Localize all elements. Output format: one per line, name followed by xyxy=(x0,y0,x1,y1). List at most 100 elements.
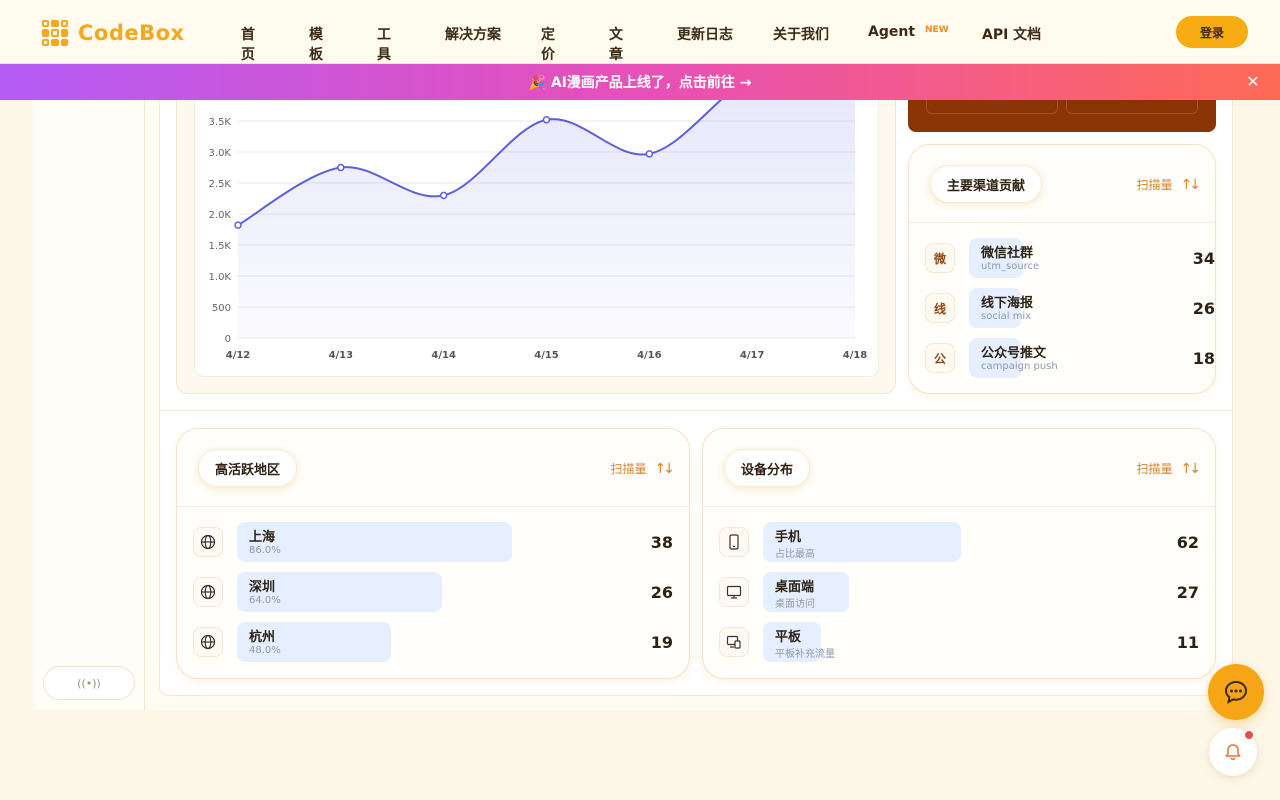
devices-row-sub: 桌面访问 xyxy=(775,599,815,610)
y-tick-label: 2.0K xyxy=(209,210,232,221)
channels-row-value: 18 xyxy=(1192,349,1215,368)
channels-row-icon: 公 xyxy=(925,343,955,373)
channels-row-icon: 线 xyxy=(925,293,955,323)
phone-icon xyxy=(719,527,749,557)
globe-icon xyxy=(193,627,223,657)
regions-sort-label: 扫描量 xyxy=(610,462,647,476)
sort-arrows-icon: ↑↓ xyxy=(1180,176,1202,193)
summary-card-bottom xyxy=(908,100,1216,132)
regions-row-name: 杭州 xyxy=(249,630,276,645)
regions-row-value: 26 xyxy=(650,583,673,602)
regions-row-bar xyxy=(237,522,513,562)
sort-arrows-icon: ↑↓ xyxy=(1180,460,1202,477)
y-tick-label: 1.0K xyxy=(209,272,232,283)
x-tick-label: 4/16 xyxy=(637,350,662,361)
promo-banner[interactable]: 🎉 AI漫画产品上线了，点击前往 → ✕ xyxy=(0,64,1280,100)
channels-row-name: 微信社群 xyxy=(981,246,1034,261)
channels-row-name: 线下海报 xyxy=(981,296,1034,311)
devices-row[interactable]: 手机 占比最高 62 xyxy=(719,522,1199,562)
data-point xyxy=(234,221,242,229)
channels-row-icon: 微 xyxy=(925,243,955,273)
nav-templates[interactable]: 模板 xyxy=(309,24,323,64)
channels-card: 主要渠道贡献 扫描量 ↑↓ 微 微信社群 utm_source 34 线 线下海报 soci… xyxy=(908,144,1216,394)
regions-row-value: 19 xyxy=(650,633,673,652)
devices-sort-label: 扫描量 xyxy=(1136,462,1173,476)
channels-sort-label: 扫描量 xyxy=(1136,178,1173,192)
globe-icon xyxy=(193,577,223,607)
banner-text[interactable]: 🎉 AI漫画产品上线了，点击前往 → xyxy=(529,72,752,92)
channels-sort-toggle[interactable]: 扫描量 ↑↓ xyxy=(1136,176,1202,193)
regions-row[interactable]: 杭州 48.0% 19 xyxy=(193,622,673,662)
devices-row-value: 27 xyxy=(1176,583,1199,602)
x-tick-label: 4/12 xyxy=(226,350,251,361)
nav-about[interactable]: 关于我们 xyxy=(773,24,829,44)
channels-row[interactable]: 公 公众号推文 campaign push 18 xyxy=(925,338,1215,378)
y-tick-label: 0 xyxy=(225,334,231,345)
regions-row[interactable]: 深圳 64.0% 26 xyxy=(193,572,673,612)
x-tick-label: 4/17 xyxy=(740,350,765,361)
x-tick-label: 4/13 xyxy=(329,350,354,361)
devices-row-value: 62 xyxy=(1176,533,1199,552)
nav-solutions[interactable]: 解决方案 xyxy=(445,24,501,44)
data-point xyxy=(337,163,345,172)
devices-row[interactable]: 平板平板补充流量 11 xyxy=(719,622,1199,662)
nav-home[interactable]: 首页 xyxy=(241,24,255,64)
regions-row[interactable]: 上海 86.0% 38 xyxy=(193,522,673,562)
tablet-icon xyxy=(719,627,749,657)
channels-row[interactable]: 微 微信社群 utm_source 34 xyxy=(925,238,1215,278)
devices-row[interactable]: 桌面端桌面访问 27 xyxy=(719,572,1199,612)
bell-icon xyxy=(1225,744,1241,761)
globe-icon xyxy=(193,527,223,557)
summary-tile-1 xyxy=(926,100,1058,114)
x-tick-label: 4/14 xyxy=(431,350,456,361)
regions-row-sub: 86.0% xyxy=(249,545,281,556)
nav-pricing[interactable]: 定价 xyxy=(541,24,555,64)
new-badge: NEW xyxy=(925,25,949,35)
regions-row-sub: 48.0% xyxy=(249,645,281,656)
channels-row-value: 26 xyxy=(1192,299,1215,318)
devices-row-value: 11 xyxy=(1176,633,1199,652)
y-tick-label: 3.0K xyxy=(209,148,232,159)
channels-row-sub: campaign push xyxy=(981,361,1058,372)
brand-logo[interactable]: CodeBox xyxy=(42,20,185,46)
notification-dot xyxy=(1243,729,1255,741)
top-header: CodeBox 首页 模板 工具 解决方案 定价 文章 更新日志 关于我们 Ag… xyxy=(0,0,1280,64)
channels-row-name: 公众号推文 xyxy=(981,346,1047,361)
x-tick-label: 4/18 xyxy=(843,350,868,361)
devices-row-name: 平板 xyxy=(775,630,802,645)
channels-row-value: 34 xyxy=(1192,249,1215,268)
series-area xyxy=(238,100,855,338)
signal-icon[interactable]: ((•)) xyxy=(43,666,135,700)
brand-name: CodeBox xyxy=(78,21,185,45)
y-tick-label: 2.5K xyxy=(209,179,232,190)
nav-changelog[interactable]: 更新日志 xyxy=(677,24,733,44)
x-tick-label: 4/15 xyxy=(534,350,559,361)
scan-trend-chart: 0 500 1.0K 1.5K 2.0K 2.5K 3.0K 3.5K 4/12 4/13 4/14… xyxy=(209,100,868,361)
y-tick-label: 1.5K xyxy=(209,241,232,252)
devices-row-name: 桌面端 xyxy=(775,580,815,595)
devices-row-sub: 占比最高 xyxy=(775,549,815,560)
regions-title: 高活跃地区 xyxy=(198,449,298,487)
desktop-icon xyxy=(719,577,749,607)
qr-logo-icon xyxy=(42,20,68,46)
y-tick-label: 500 xyxy=(212,303,231,314)
channels-row[interactable]: 线 线下海报 social mix 26 xyxy=(925,288,1215,328)
nav-tools[interactable]: 工具 xyxy=(377,24,391,64)
data-point xyxy=(645,150,654,158)
devices-card-header: 设备分布 扫描量 ↑↓ xyxy=(703,429,1215,507)
regions-sort-toggle[interactable]: 扫描量 ↑↓ xyxy=(610,460,676,477)
summary-tile-2 xyxy=(1066,100,1198,114)
sidebar xyxy=(33,100,145,710)
devices-row-sub: 平板补充流量 xyxy=(775,649,835,660)
chat-button[interactable] xyxy=(1208,664,1264,720)
login-button[interactable]: 登录 xyxy=(1176,16,1248,48)
regions-row-sub: 64.0% xyxy=(249,595,281,606)
data-point xyxy=(439,191,448,200)
nav-agent[interactable]: Agent xyxy=(868,24,915,40)
devices-sort-toggle[interactable]: 扫描量 ↑↓ xyxy=(1136,460,1202,477)
close-icon[interactable]: ✕ xyxy=(1244,73,1262,91)
sort-arrows-icon: ↑↓ xyxy=(654,460,676,477)
nav-articles[interactable]: 文章 xyxy=(609,24,623,64)
regions-row-name: 深圳 xyxy=(249,580,276,595)
nav-api-docs[interactable]: API 文档 xyxy=(982,24,1041,44)
